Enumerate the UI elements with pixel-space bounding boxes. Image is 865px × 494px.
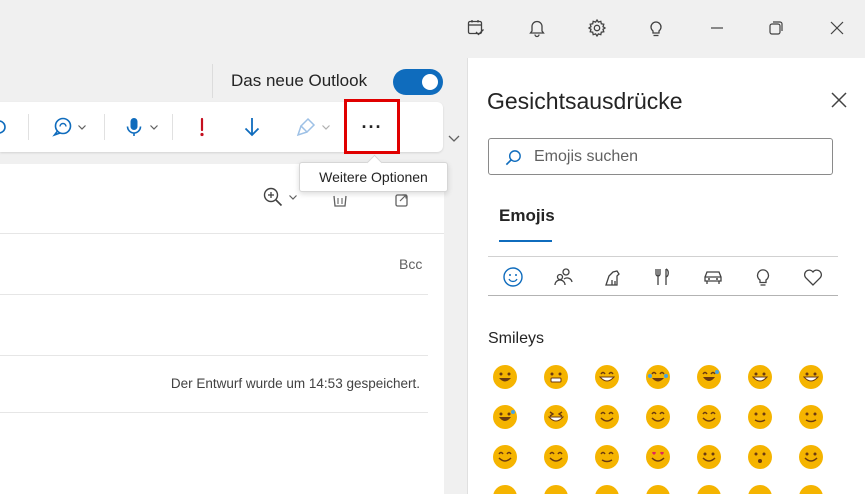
close-panel-icon[interactable] xyxy=(827,88,851,112)
gear-icon[interactable] xyxy=(585,16,609,40)
emoji-face-icon[interactable] xyxy=(798,484,824,494)
emoji-face-icon[interactable] xyxy=(696,484,722,494)
dictate-dropdown[interactable] xyxy=(118,112,164,142)
emoji-face-icon[interactable] xyxy=(594,404,620,430)
heart-icon xyxy=(803,269,823,286)
new-outlook-toggle-row: Das neue Outlook xyxy=(212,64,466,98)
chevron-down-icon xyxy=(289,195,297,200)
close-icon[interactable] xyxy=(825,16,849,40)
emoji-face-icon[interactable] xyxy=(798,364,824,390)
emoji-face-icon[interactable] xyxy=(645,444,671,470)
chevron-down-icon xyxy=(322,125,330,130)
separator xyxy=(172,114,173,140)
separator xyxy=(28,114,29,140)
emoji-face-icon[interactable] xyxy=(543,444,569,470)
emoji-face-icon[interactable] xyxy=(696,444,722,470)
emoji-face-icon[interactable] xyxy=(543,364,569,390)
divider xyxy=(0,294,428,295)
emoji-face-icon[interactable] xyxy=(543,404,569,430)
format-painter-dropdown[interactable] xyxy=(290,112,336,142)
divider xyxy=(0,233,444,234)
calendar-check-icon[interactable] xyxy=(464,16,488,40)
smiley-icon xyxy=(503,267,523,287)
minimize-icon[interactable] xyxy=(705,16,729,40)
emoji-face-icon[interactable] xyxy=(645,404,671,430)
new-outlook-toggle[interactable] xyxy=(393,69,443,95)
microphone-icon xyxy=(126,118,142,136)
emoji-category-bar xyxy=(488,258,838,296)
low-importance-button[interactable] xyxy=(240,112,264,142)
high-importance-button[interactable] xyxy=(190,112,214,142)
emoji-face-icon[interactable] xyxy=(594,444,620,470)
restore-icon[interactable] xyxy=(764,16,788,40)
draft-saved-status: Der Entwurf wurde um 14:53 gespeichert. xyxy=(170,376,420,391)
partial-toolbar-icon[interactable] xyxy=(0,112,14,142)
emoji-face-icon[interactable] xyxy=(645,484,671,494)
chevron-down-icon xyxy=(78,125,86,130)
section-title-smileys: Smileys xyxy=(488,330,545,347)
bcc-button[interactable]: Bcc xyxy=(399,256,422,272)
emoji-face-icon[interactable] xyxy=(645,364,671,390)
more-options-tooltip: Weitere Optionen xyxy=(299,162,448,192)
emoji-face-icon[interactable] xyxy=(492,484,518,494)
emoji-face-icon[interactable] xyxy=(747,484,773,494)
category-animals[interactable] xyxy=(600,264,626,290)
emoji-search-input[interactable] xyxy=(534,146,824,168)
emoji-face-icon[interactable] xyxy=(798,404,824,430)
tab-underline xyxy=(499,240,552,242)
emoji-face-icon[interactable] xyxy=(747,404,773,430)
emoji-face-icon[interactable] xyxy=(747,364,773,390)
arrow-down-icon xyxy=(244,118,260,137)
new-outlook-label: Das neue Outlook xyxy=(231,71,368,90)
divider xyxy=(0,412,428,413)
compose-pane: Bcc Der Entwurf wurde um 14:53 gespeiche… xyxy=(0,164,444,494)
emoji-face-icon[interactable] xyxy=(594,364,620,390)
separator xyxy=(104,114,105,140)
toggle-knob xyxy=(422,74,438,90)
exclamation-icon xyxy=(200,117,204,137)
category-people[interactable] xyxy=(550,264,576,290)
speech-bubble-icon xyxy=(52,117,72,137)
category-travel[interactable] xyxy=(700,264,726,290)
lightbulb-icon xyxy=(756,269,770,286)
tab-emojis[interactable]: Emojis xyxy=(499,206,555,226)
emoji-face-icon[interactable] xyxy=(543,484,569,494)
emoji-face-icon[interactable] xyxy=(492,444,518,470)
zoom-dropdown[interactable] xyxy=(262,184,298,210)
tooltip-text: Weitere Optionen xyxy=(319,169,428,185)
ribbon-expand-chevron-icon[interactable] xyxy=(446,130,462,146)
category-food[interactable] xyxy=(650,264,676,290)
highlight-box xyxy=(344,99,400,154)
title-bar xyxy=(0,0,865,58)
emoji-panel: Gesichtsausdrücke Emojis Smileys xyxy=(467,58,865,494)
search-icon xyxy=(505,150,521,166)
category-smileys[interactable] xyxy=(500,264,526,290)
zoom-in-icon xyxy=(263,187,283,207)
emoji-search-box[interactable] xyxy=(488,138,833,175)
emoji-face-icon[interactable] xyxy=(696,364,722,390)
emoji-face-icon[interactable] xyxy=(594,484,620,494)
category-objects[interactable] xyxy=(750,264,776,290)
bell-icon[interactable] xyxy=(525,16,549,40)
food-icon xyxy=(655,268,669,285)
emoji-face-icon[interactable] xyxy=(747,444,773,470)
animal-icon xyxy=(605,270,620,286)
divider xyxy=(0,355,428,356)
tab-divider xyxy=(488,256,838,257)
chevron-down-icon xyxy=(150,125,158,130)
people-icon xyxy=(554,268,573,286)
emoji-face-icon[interactable] xyxy=(492,404,518,430)
car-icon xyxy=(704,271,722,284)
category-symbols[interactable] xyxy=(800,264,826,290)
emoji-face-icon[interactable] xyxy=(696,404,722,430)
lightbulb-icon[interactable] xyxy=(644,16,668,40)
emoji-face-icon[interactable] xyxy=(492,364,518,390)
emoji-face-icon[interactable] xyxy=(798,444,824,470)
paintbrush-icon xyxy=(296,117,316,137)
panel-title: Gesichtsausdrücke xyxy=(487,88,683,114)
speech-bubble-dropdown[interactable] xyxy=(46,112,92,142)
